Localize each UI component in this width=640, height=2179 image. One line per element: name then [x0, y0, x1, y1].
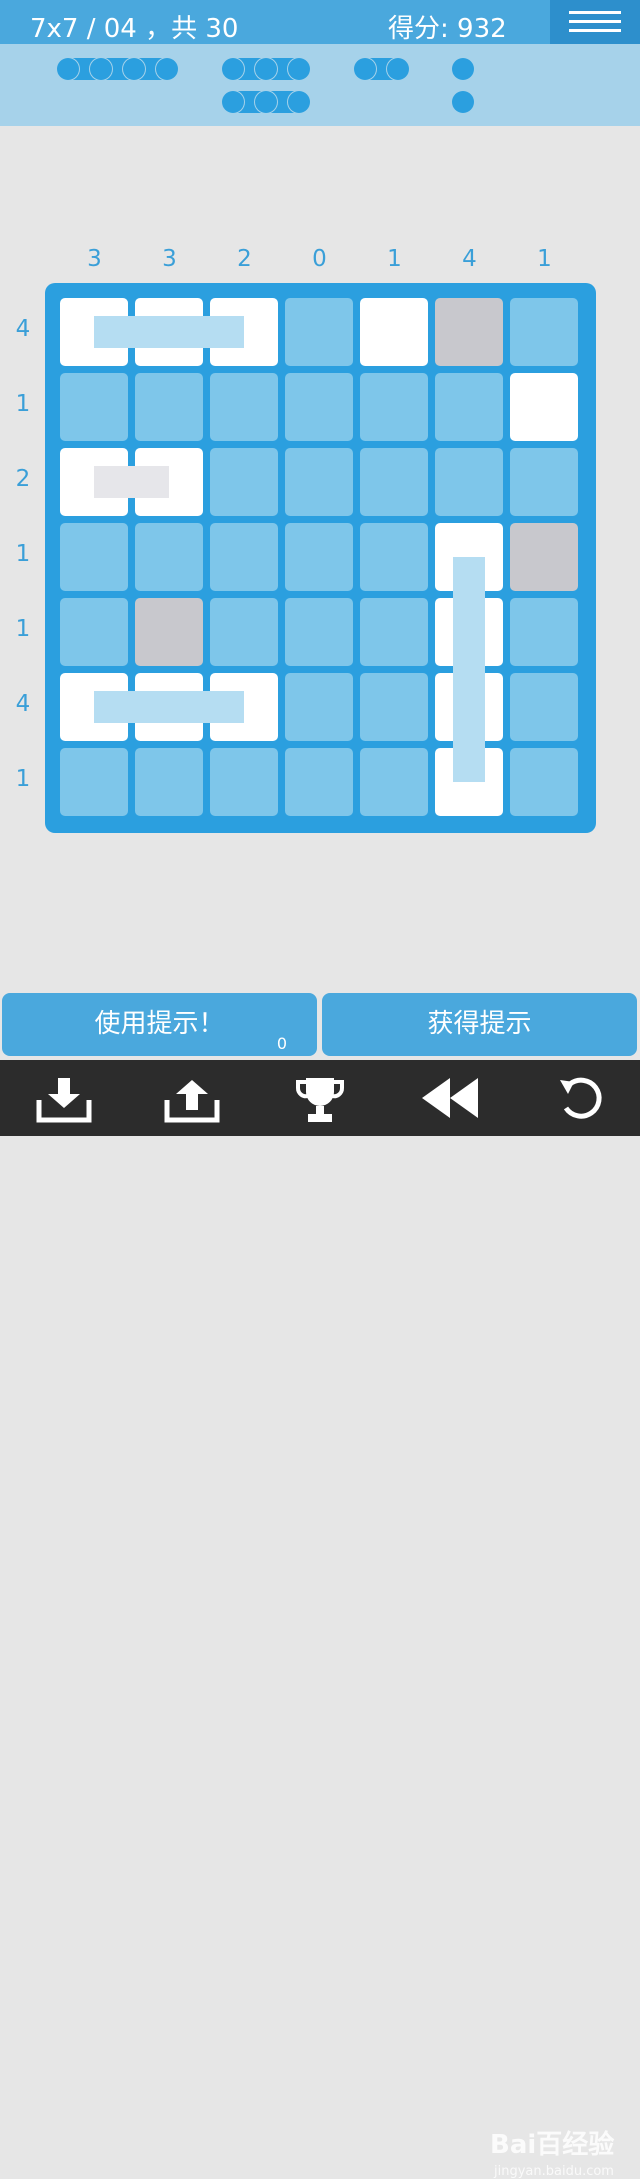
row-clue: 4: [15, 316, 31, 342]
unknown-cell[interactable]: [60, 598, 128, 666]
unknown-cell[interactable]: [435, 448, 503, 516]
column-clue: 3: [87, 246, 102, 272]
unknown-cell[interactable]: [285, 673, 353, 741]
ship-cell[interactable]: [360, 298, 428, 366]
menu-icon-bar: [569, 20, 621, 23]
column-clue: 1: [387, 246, 402, 272]
trophy-icon[interactable]: [294, 1074, 346, 1126]
game-board: [45, 283, 596, 833]
hint-count: 0: [276, 1034, 287, 1053]
unknown-cell[interactable]: [510, 298, 578, 366]
unknown-cell[interactable]: [135, 373, 203, 441]
unknown-cell[interactable]: [60, 373, 128, 441]
unknown-cell[interactable]: [60, 748, 128, 816]
unknown-cell[interactable]: [210, 748, 278, 816]
unknown-cell[interactable]: [210, 373, 278, 441]
row-clue: 1: [15, 541, 31, 567]
unknown-cell[interactable]: [285, 298, 353, 366]
unknown-cell[interactable]: [510, 598, 578, 666]
score-label: 得分:: [388, 14, 449, 44]
download-icon[interactable]: [36, 1074, 92, 1124]
row-clue: 1: [15, 391, 31, 417]
fleet-ship-2: [354, 58, 409, 80]
unknown-cell[interactable]: [285, 373, 353, 441]
fleet-ship-1: [452, 91, 474, 113]
unknown-cell[interactable]: [510, 448, 578, 516]
row-clue: 1: [15, 766, 31, 792]
water-cell[interactable]: [510, 523, 578, 591]
unknown-cell[interactable]: [360, 598, 428, 666]
upload-icon[interactable]: [164, 1074, 220, 1124]
fleet-ship-4: [57, 58, 178, 80]
column-clue: 3: [162, 246, 177, 272]
unknown-cell[interactable]: [210, 598, 278, 666]
menu-button[interactable]: [550, 0, 640, 44]
unknown-cell[interactable]: [285, 448, 353, 516]
unknown-cell[interactable]: [210, 523, 278, 591]
use-hint-label: 使用提示！: [94, 1009, 225, 1039]
watermark-url: jingyan.baidu.com: [494, 2164, 614, 2179]
unknown-cell[interactable]: [360, 448, 428, 516]
unknown-cell[interactable]: [60, 523, 128, 591]
ship-connector: [94, 316, 244, 348]
unknown-cell[interactable]: [360, 748, 428, 816]
bottom-toolbar: Bai百经验 jingyan.baidu.com: [0, 1060, 640, 2179]
level-number: 7x7 / 04: [30, 14, 137, 44]
score-value: 932: [457, 14, 507, 44]
column-clue: 2: [237, 246, 252, 272]
unknown-cell[interactable]: [360, 523, 428, 591]
unknown-cell[interactable]: [135, 748, 203, 816]
rewind-icon[interactable]: [420, 1074, 480, 1122]
watermark-logo: Bai百经验: [490, 2130, 615, 2160]
ship-connector: [453, 557, 485, 782]
level-total: ，共 30: [145, 14, 239, 44]
unknown-cell[interactable]: [285, 523, 353, 591]
unknown-cell[interactable]: [360, 373, 428, 441]
top-bar: 7x7 / 04 ，共 30 得分: 932: [0, 0, 640, 44]
fleet-ship-3: [222, 58, 310, 80]
use-hint-button[interactable]: 使用提示！ 0: [2, 993, 317, 1056]
column-clue: 1: [537, 246, 552, 272]
menu-icon-bar: [569, 29, 621, 32]
water-cell[interactable]: [435, 298, 503, 366]
ship-connector: [94, 466, 169, 498]
row-clue: 1: [15, 616, 31, 642]
row-clue: 2: [15, 466, 31, 492]
get-hint-label: 获得提示: [427, 1009, 532, 1039]
undo-icon[interactable]: [556, 1074, 606, 1124]
unknown-cell[interactable]: [285, 748, 353, 816]
fleet-ship-3: [222, 91, 310, 113]
unknown-cell[interactable]: [510, 748, 578, 816]
ship-cell[interactable]: [510, 373, 578, 441]
unknown-cell[interactable]: [360, 673, 428, 741]
fleet-ship-1: [452, 58, 474, 80]
column-clue: 4: [462, 246, 477, 272]
get-hint-button[interactable]: 获得提示: [322, 993, 637, 1056]
fleet-panel: [0, 44, 640, 126]
level-indicator: 7x7 / 04 ，共 30: [30, 8, 238, 45]
unknown-cell[interactable]: [210, 448, 278, 516]
menu-icon: [569, 11, 621, 14]
score-display: 得分: 932: [388, 8, 507, 45]
unknown-cell[interactable]: [285, 598, 353, 666]
unknown-cell[interactable]: [135, 523, 203, 591]
ship-connector: [94, 691, 244, 723]
row-clue: 4: [15, 691, 31, 717]
unknown-cell[interactable]: [435, 373, 503, 441]
water-cell[interactable]: [135, 598, 203, 666]
column-clue: 0: [312, 246, 327, 272]
unknown-cell[interactable]: [510, 673, 578, 741]
